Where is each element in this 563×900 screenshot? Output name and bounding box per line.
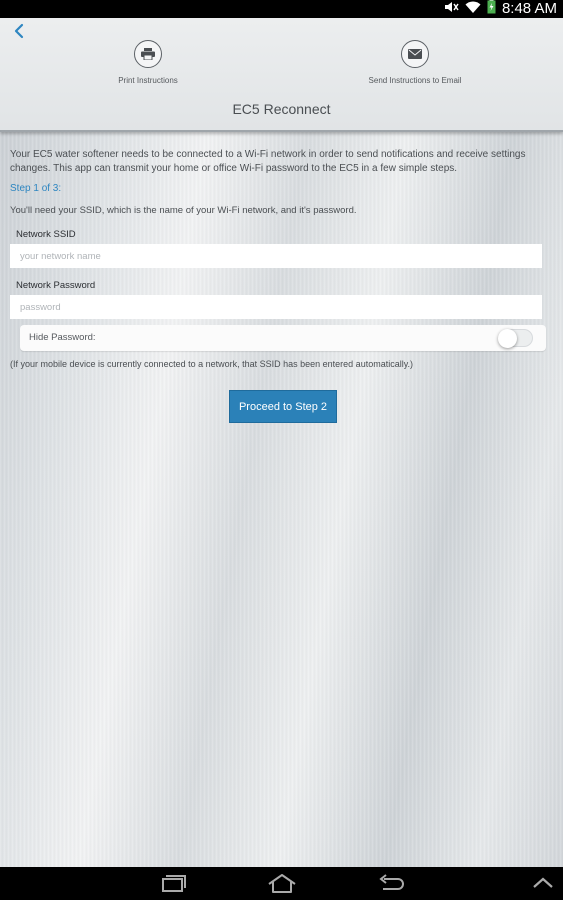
app-screen: Print Instructions Send Instructions to …: [0, 18, 563, 867]
intro-text: Your EC5 water softener needs to be conn…: [10, 149, 526, 174]
clock: 8:48 AM: [501, 0, 557, 17]
chevron-left-icon: [14, 23, 24, 39]
password-input[interactable]: password: [10, 295, 542, 319]
hide-password-toggle[interactable]: [498, 329, 533, 348]
hide-password-row: Hide Password:: [20, 325, 546, 351]
proceed-button[interactable]: Proceed to Step 2: [229, 390, 337, 423]
envelope-icon: [408, 49, 422, 59]
ssid-label: Network SSID: [16, 229, 76, 240]
home-icon: [268, 874, 296, 893]
home-button[interactable]: [265, 873, 299, 895]
back-arrow-icon: [379, 874, 404, 890]
email-instructions-label: Send Instructions to Email: [368, 76, 462, 85]
print-instructions-button[interactable]: Print Instructions: [98, 40, 198, 85]
ssid-input[interactable]: your network name: [10, 244, 542, 268]
hide-password-label: Hide Password:: [29, 332, 96, 343]
mute-icon: [443, 0, 459, 19]
ssid-hint-text: You'll need your SSID, which is the name…: [10, 205, 357, 216]
wifi-icon: [465, 0, 481, 19]
battery-icon: [487, 0, 496, 19]
nav-back-button[interactable]: [375, 873, 407, 895]
up-button[interactable]: [530, 873, 556, 895]
recent-apps-icon: [162, 875, 186, 892]
ssid-placeholder: your network name: [20, 250, 101, 262]
navigation-bar: [0, 867, 563, 900]
content: Your EC5 water softener needs to be conn…: [10, 148, 550, 423]
email-instructions-button[interactable]: Send Instructions to Email: [365, 40, 465, 85]
password-label: Network Password: [16, 280, 96, 291]
back-button[interactable]: [10, 20, 30, 42]
auto-ssid-note: (If your mobile device is currently conn…: [10, 359, 414, 369]
status-bar: 8:48 AM: [0, 0, 563, 18]
header: Print Instructions Send Instructions to …: [0, 18, 563, 132]
recent-apps-button[interactable]: [158, 873, 188, 895]
page-title: EC5 Reconnect: [232, 101, 331, 117]
step-indicator: Step 1 of 3:: [10, 183, 62, 194]
password-placeholder: password: [20, 301, 61, 313]
toggle-knob: [498, 329, 517, 348]
print-instructions-label: Print Instructions: [118, 76, 178, 85]
chevron-up-icon: [533, 877, 553, 888]
printer-icon: [141, 48, 155, 60]
